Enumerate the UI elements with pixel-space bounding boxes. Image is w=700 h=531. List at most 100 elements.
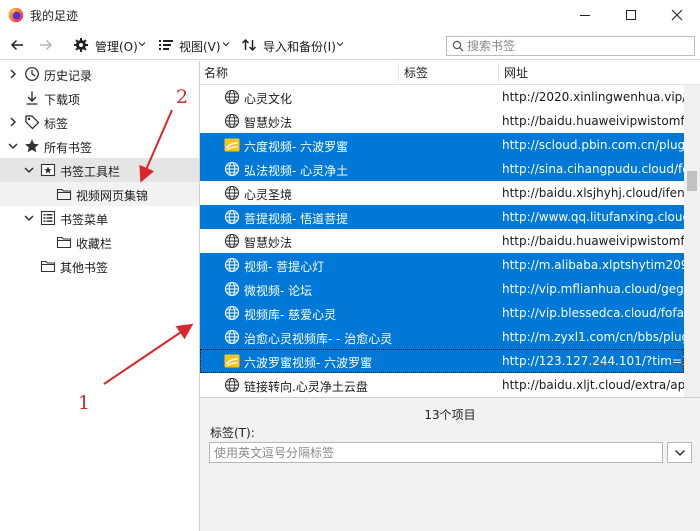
import-backup-menu-button[interactable]: 导入和备份(I) <box>263 38 336 55</box>
bookmark-url: http://sina.cihangpudu.cloud/fo <box>502 162 684 176</box>
tags-label: 标签(T): <box>210 426 255 440</box>
table-row[interactable]: 智慧妙法 http://baidu.huaweivipwistomfl <box>200 109 684 133</box>
view-menu-button[interactable]: 视图(V) <box>179 38 221 55</box>
bookmark-url: http://m.alibaba.xlptshytim2094 <box>502 258 684 272</box>
chevron-right-icon[interactable] <box>8 69 18 79</box>
sidebar-item-tags[interactable]: 标签 <box>0 110 199 134</box>
tags-dropdown-button[interactable] <box>667 442 692 463</box>
sidebar-item-label: 下载项 <box>44 93 81 107</box>
table-row[interactable]: 弘法视频- 心灵净土 http://sina.cihangpudu.cloud/f… <box>200 157 684 181</box>
sidebar-item-all-bookmarks[interactable]: 所有书签 <box>0 134 199 158</box>
folder-icon <box>56 188 72 201</box>
bookmark-url: http://baidu.xlsjhyhj.cloud/ifeng <box>502 186 684 200</box>
arrow-right-icon[interactable] <box>38 37 54 53</box>
tag-icon <box>25 115 40 130</box>
globe-icon <box>224 113 240 129</box>
chevron-down-icon <box>674 449 685 456</box>
scrollbar-thumb[interactable] <box>687 171 697 191</box>
globe-icon <box>224 233 240 249</box>
globe-icon <box>224 209 240 225</box>
sidebar-item-bookmarks-toolbar[interactable]: 书签工具栏 <box>0 158 199 182</box>
bookmark-name: 心灵圣境 <box>244 188 293 202</box>
sidebar-item-bookmarks-menu[interactable]: 书签菜单 <box>0 206 199 230</box>
tags-input[interactable] <box>209 442 663 463</box>
search-input[interactable] <box>467 38 687 54</box>
minimize-button[interactable] <box>562 0 608 30</box>
bookmark-name: 视频库- 慈爱心灵 <box>244 308 337 322</box>
bookmark-toolbar-icon <box>40 163 56 177</box>
manage-menu-button[interactable]: 管理(O) <box>95 38 138 55</box>
chevron-down-icon <box>336 42 344 47</box>
chevron-down-icon[interactable] <box>8 141 18 151</box>
globe-icon <box>224 329 240 345</box>
sidebar-item-label: 其他书签 <box>60 261 109 275</box>
table-row[interactable]: 六度视频- 六波罗蜜 http://scloud.pbin.com.cn/plug… <box>200 133 684 157</box>
column-tags[interactable]: 标签 <box>400 61 498 85</box>
title-bar: 我的足迹 <box>0 0 700 30</box>
table-row[interactable]: 视频库- 慈爱心灵 http://vip.blessedca.cloud/fofa… <box>200 301 684 325</box>
vertical-scrollbar[interactable] <box>684 85 700 397</box>
maximize-icon <box>626 10 636 20</box>
item-count: 13个项目 <box>424 408 476 422</box>
column-header: 名称 标签 网址 <box>200 61 700 85</box>
details-pane: 13个项目 标签(T): <box>200 398 700 531</box>
column-url[interactable]: 网址 <box>500 61 700 85</box>
arrow-left-icon[interactable] <box>9 37 25 53</box>
bookmark-url: http://vip.blessedca.cloud/fofa/ <box>502 306 684 320</box>
table-row[interactable]: 智慧妙法 http://baidu.huaweivipwistomfl <box>200 229 684 253</box>
table-row[interactable]: 心灵圣境 http://baidu.xlsjhyhj.cloud/ifeng <box>200 181 684 205</box>
sidebar-item-other-bookmarks[interactable]: 其他书签 <box>0 254 199 278</box>
bookmark-name: 智慧妙法 <box>244 236 293 250</box>
globe-icon <box>224 377 240 393</box>
site-favicon-icon <box>224 137 240 153</box>
chevron-down-icon <box>222 42 230 47</box>
column-separator[interactable] <box>498 63 499 83</box>
site-favicon-icon <box>224 353 240 369</box>
firefox-logo-icon <box>8 7 24 23</box>
chevron-down-icon <box>138 42 146 47</box>
table-row[interactable]: 微视频- 论坛 http://vip.mflianhua.cloud/gegs <box>200 277 684 301</box>
table-row[interactable]: 六波罗蜜视频- 六波罗蜜 http://123.127.244.101/?tim=… <box>200 349 684 373</box>
column-name[interactable]: 名称 <box>200 61 400 85</box>
annotation-number-1: 1 <box>78 392 91 414</box>
window-title: 我的足迹 <box>30 9 79 23</box>
folder-icon <box>40 260 56 273</box>
bookmark-name: 智慧妙法 <box>244 116 293 130</box>
table-row[interactable]: 菩提视频- 悟道菩提 http://www.qq.litufanxing.clou… <box>200 205 684 229</box>
sidebar-tree: 历史记录 下载项 标签 所有书签 书签工具栏 视频网页集锦 书签菜单 收藏栏 其… <box>0 61 199 531</box>
maximize-button[interactable] <box>608 0 654 30</box>
column-separator[interactable] <box>398 63 399 83</box>
sidebar-item-video-collection[interactable]: 视频网页集锦 <box>0 182 199 206</box>
bookmark-name: 六度视频- 六波罗蜜 <box>244 140 349 154</box>
star-icon <box>25 139 39 153</box>
bookmark-name: 链接转向.心灵净土云盘 <box>244 380 368 394</box>
search-box[interactable] <box>446 36 695 56</box>
chevron-down-icon[interactable] <box>24 213 34 223</box>
sidebar-item-label: 书签工具栏 <box>60 165 121 179</box>
bookmark-url: http://baidu.huaweivipwistomfl <box>502 114 684 128</box>
chevron-right-icon[interactable] <box>8 117 18 127</box>
bookmark-url: http://m.zyxl1.com/cn/bbs/plugi <box>502 330 684 344</box>
sidebar-item-label: 所有书签 <box>44 141 93 155</box>
bookmark-url: http://123.127.244.101/?tim=16 <box>502 354 684 368</box>
clock-icon <box>25 67 39 81</box>
download-icon <box>26 91 38 105</box>
globe-icon <box>224 89 240 105</box>
folder-icon <box>56 236 72 249</box>
sidebar-item-favorites-bar[interactable]: 收藏栏 <box>0 230 199 254</box>
sidebar-item-downloads[interactable]: 下载项 <box>0 86 199 110</box>
table-row[interactable]: 心灵文化 http://2020.xinlingwenhua.vip/? <box>200 85 684 109</box>
chevron-down-icon[interactable] <box>24 165 34 175</box>
close-button[interactable] <box>654 0 700 30</box>
library-toolbar: 管理(O) 视图(V) 导入和备份(I) <box>0 30 700 60</box>
sidebar-item-label: 历史记录 <box>44 69 93 83</box>
minimize-icon <box>580 15 590 16</box>
sidebar-item-history[interactable]: 历史记录 <box>0 62 199 86</box>
table-row[interactable]: 治愈心灵视频库- - 治愈心灵 http://m.zyxl1.com/cn/bbs… <box>200 325 684 349</box>
sidebar-item-label: 收藏栏 <box>76 237 113 251</box>
globe-icon <box>224 161 240 177</box>
table-row[interactable]: 视频- 菩提心灯 http://m.alibaba.xlptshytim2094 <box>200 253 684 277</box>
table-row[interactable]: 链接转向.心灵净土云盘 http://baidu.xljt.cloud/extra… <box>200 373 684 397</box>
import-export-icon <box>241 38 257 52</box>
sidebar-item-label: 视频网页集锦 <box>76 189 149 203</box>
